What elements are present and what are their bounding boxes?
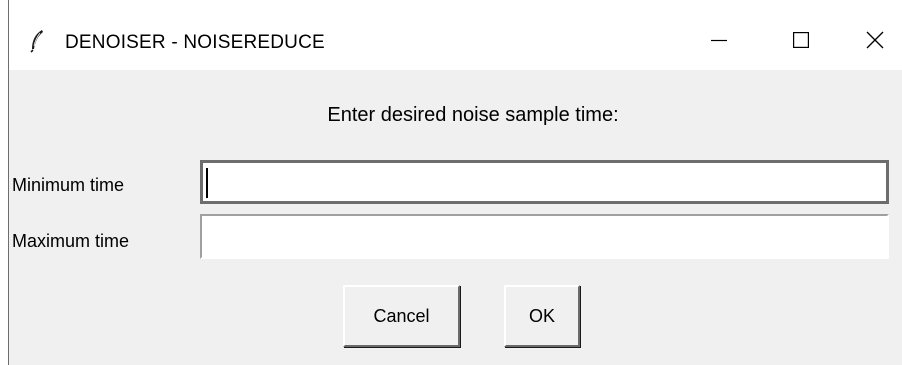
- text-cursor: [206, 168, 208, 198]
- cancel-button[interactable]: Cancel: [343, 285, 460, 347]
- minimum-time-label: Minimum time: [12, 175, 125, 195]
- close-button[interactable]: [845, 15, 902, 70]
- dialog-window: DENOISER - NOISEREDUCE Enter desired noi…: [8, 0, 902, 365]
- maximum-time-label: Maximum time: [12, 231, 130, 251]
- prompt-label: Enter desired noise sample time:: [327, 104, 619, 126]
- maximize-icon: [793, 32, 810, 53]
- minimize-icon: [711, 32, 727, 53]
- close-icon: [866, 31, 884, 54]
- ok-button[interactable]: OK: [504, 285, 580, 347]
- feather-icon: [29, 29, 45, 53]
- maximize-button[interactable]: [771, 15, 831, 70]
- minimize-button[interactable]: [689, 15, 749, 70]
- minimum-time-input[interactable]: [200, 160, 889, 204]
- maximum-time-input[interactable]: [200, 214, 889, 259]
- title-bar[interactable]: DENOISER - NOISEREDUCE: [9, 0, 902, 70]
- window-title: DENOISER - NOISEREDUCE: [65, 32, 325, 53]
